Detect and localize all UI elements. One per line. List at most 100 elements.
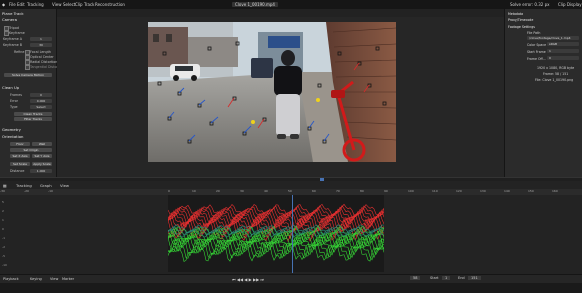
keyframe-a-field[interactable]: 1 (30, 37, 52, 41)
section-footage-settings[interactable]: Footage Settings (508, 25, 535, 29)
y-label: -5 (2, 254, 5, 258)
editor-type-icon[interactable]: ▦ (3, 183, 7, 188)
frame-tick: 0 (168, 189, 170, 193)
clean-tracks-button[interactable]: Clean Tracks (14, 112, 52, 116)
section-geometry[interactable]: Geometry (2, 127, 21, 132)
keyframe-b-label: Keyframe B (3, 43, 23, 47)
wall-button[interactable]: Wall (32, 142, 52, 146)
refine-radial-label: Radial Distortion (30, 60, 58, 64)
tripod-label: Tripod (9, 26, 20, 30)
section-orientation[interactable]: Orientation (2, 134, 23, 139)
section-metadata[interactable]: Metadata (508, 12, 523, 16)
transport-controls[interactable]: ⏮ ◀◀ ◀ ▶ ▶▶ ⏭ (232, 277, 264, 282)
section-clean-up[interactable]: Clean Up (2, 85, 19, 90)
section-plane-track[interactable]: Plane Track (2, 11, 24, 16)
set-y-axis-button[interactable]: Set Y Axis (32, 154, 52, 158)
y-label: 0 (2, 227, 4, 231)
frame-tick: 140 (504, 189, 510, 193)
frame-tick: -30 (0, 189, 5, 193)
solve-error-readout: Solve error: 0.32 px (510, 2, 550, 7)
menu-clip-view[interactable]: View (52, 2, 62, 7)
cleanup-error-field[interactable]: 0.000 (30, 99, 52, 103)
keyframe-a-label: Keyframe A (3, 37, 23, 41)
menu-clip-select[interactable]: Select (63, 2, 75, 7)
menu-clip-track[interactable]: Track (84, 2, 94, 7)
section-solve[interactable]: Camera (2, 17, 17, 22)
frame-tick: 80 (360, 189, 364, 193)
frame-tick: -20 (24, 189, 29, 193)
set-x-axis-button[interactable]: Set X Axis (10, 154, 30, 158)
refine-focal-label: Focal Length (30, 50, 51, 54)
end-label: End (458, 276, 465, 280)
keyframe-label: Keyframe (9, 31, 25, 35)
solve-camera-motion-button[interactable]: Solve Camera Motion (4, 73, 52, 77)
keying-menu[interactable]: Keying (30, 277, 42, 281)
frame-tick: 110 (432, 189, 438, 193)
file-path-field[interactable]: /clove/footage/clove_1.mp4 (527, 36, 579, 40)
clip-name-field[interactable]: Clove 1_00190.mp4 (232, 2, 278, 7)
color-space-label: Color Space (527, 43, 547, 47)
start-frame-label: Start Frame (527, 50, 546, 54)
footage-image[interactable] (148, 22, 396, 162)
motion-curves-plot[interactable] (167, 195, 385, 272)
cleanup-frames-label: Frames (10, 93, 22, 97)
frame-tick: 40 (264, 189, 268, 193)
cleanup-frames-field[interactable]: 0 (30, 93, 52, 97)
start-label: Start (430, 276, 439, 280)
frame-info: Frame: 58 / 151 (543, 72, 569, 76)
menu-file[interactable]: File (9, 2, 16, 7)
section-proxy-timecode[interactable]: Proxy/Timecode (508, 18, 533, 22)
frame-tick: 10 (192, 189, 196, 193)
tool-panel: Plane Track Camera Tripod Keyframe Keyfr… (0, 9, 64, 179)
set-origin-button[interactable]: Set Origin (10, 148, 52, 152)
footage-frame[interactable] (148, 22, 396, 162)
menu-edit[interactable]: Edit (17, 2, 25, 7)
properties-panel: Metadata Proxy/Timecode Footage Settings… (504, 9, 582, 179)
frame-tick: 60 (312, 189, 316, 193)
start-frame-field[interactable]: 1 (442, 276, 451, 280)
frame-tick: 30 (240, 189, 244, 193)
view-menu[interactable]: View (50, 277, 58, 281)
file-path-label: File Path (527, 31, 541, 35)
frame-tick: 100 (408, 189, 414, 193)
filter-tracks-button[interactable]: Filter Tracks (14, 117, 52, 121)
graph-mode-tracking[interactable]: Tracking (16, 183, 32, 188)
y-label: -2 (2, 245, 5, 249)
graph-view-menu[interactable]: View (60, 183, 69, 188)
keyframe-b-field[interactable]: 30 (30, 43, 52, 47)
graph-playhead[interactable] (292, 195, 293, 273)
y-label: 5 (2, 200, 4, 204)
floor-button[interactable]: Floor (10, 142, 30, 146)
playback-menu[interactable]: Playback (3, 277, 19, 281)
blender-logo-icon[interactable]: ◆ (2, 2, 5, 7)
frame-tick: 90 (384, 189, 388, 193)
end-frame-field[interactable]: 151 (468, 276, 481, 280)
file-info: File: Clove 1_00190.png (535, 78, 574, 82)
current-frame-field[interactable]: 58 (410, 276, 421, 280)
clip-display-menu[interactable]: Clip Display (558, 2, 582, 7)
frame-tick: 130 (480, 189, 486, 193)
graph-y-labels: 5 2 1 0 -1 -2 -5 -10 (2, 200, 7, 272)
distance-field[interactable]: 1.000 (30, 169, 52, 173)
status-bar (0, 283, 582, 293)
y-label: -10 (2, 263, 7, 267)
y-label: 2 (2, 209, 4, 213)
menu-clip-reconstruction[interactable]: Reconstruction (95, 2, 125, 7)
marker-menu[interactable]: Marker (62, 277, 74, 281)
cleanup-type-label: Type (10, 105, 18, 109)
apply-scale-button[interactable]: Apply Scale (32, 162, 52, 166)
menu-clip-clip[interactable]: Clip (75, 2, 83, 7)
cleanup-type-select[interactable]: Select (30, 105, 52, 109)
set-scale-button[interactable]: Set Scale (10, 162, 30, 166)
start-frame-field[interactable]: 1 (547, 49, 579, 53)
clip-editor-header (57, 9, 504, 17)
refine-label: Refine (14, 50, 25, 54)
graph-editor-header: ▦ Tracking Graph View (0, 181, 582, 189)
workspace-tab-tracking[interactable]: Tracking (27, 2, 44, 7)
motion-curves-svg[interactable] (167, 195, 385, 272)
color-space-select[interactable]: sRGB (547, 42, 579, 46)
frame-offset-field[interactable]: 0 (547, 56, 579, 60)
graph-mode-graph[interactable]: Graph (40, 183, 52, 188)
frame-offset-label: Frame Off... (527, 57, 546, 61)
resolution-info: 1920 x 1080, RGB byte (537, 66, 575, 70)
